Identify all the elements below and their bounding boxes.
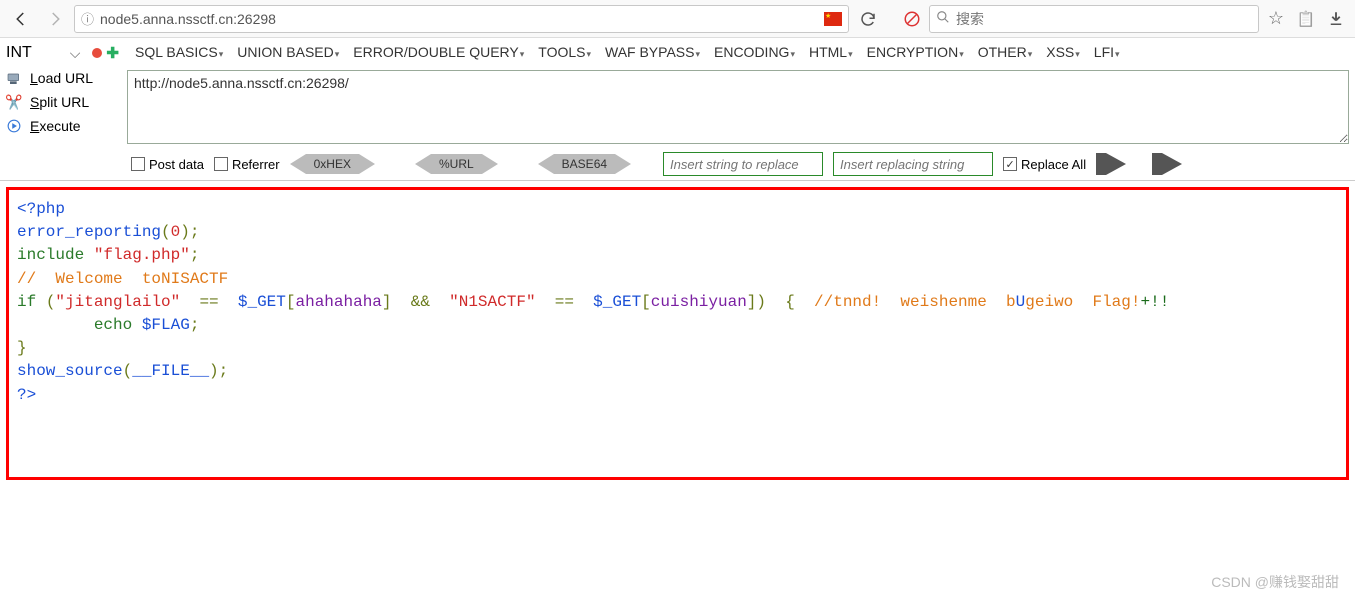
menu-tools[interactable]: TOOLS▾: [532, 40, 597, 64]
hex-encode-button[interactable]: 0xHEX: [290, 154, 375, 174]
watermark: CSDN @赚钱娶甜甜: [1211, 572, 1339, 592]
url-input[interactable]: [100, 11, 818, 27]
menu-error-query[interactable]: ERROR/DOUBLE QUERY▾: [347, 40, 530, 64]
load-url-button[interactable]: Load URL: [6, 66, 119, 90]
replace-go-button-2[interactable]: [1152, 153, 1182, 175]
search-icon: [936, 10, 950, 27]
load-icon: [6, 70, 22, 86]
menu-lfi[interactable]: LFI▾: [1088, 40, 1126, 64]
bookmark-button[interactable]: [1263, 6, 1289, 32]
load-url-label: Load URL: [30, 70, 93, 86]
referrer-checkbox[interactable]: Referrer: [214, 157, 280, 172]
search-bar[interactable]: [929, 5, 1259, 33]
menu-xss[interactable]: XSS▾: [1040, 40, 1086, 64]
search-input[interactable]: [956, 11, 1252, 27]
menu-other[interactable]: OTHER▾: [972, 40, 1039, 64]
back-button[interactable]: [6, 4, 36, 34]
checkbox-icon: [131, 157, 145, 171]
hackbar-main: SQL BASICS▾ UNION BASED▾ ERROR/DOUBLE QU…: [125, 38, 1355, 180]
replace-with-input[interactable]: [833, 152, 993, 176]
menu-waf-bypass[interactable]: WAF BYPASS▾: [599, 40, 706, 64]
scissors-icon: ✂️: [6, 94, 22, 110]
flag-icon: [824, 12, 842, 26]
replace-all-checkbox[interactable]: Replace All: [1003, 157, 1086, 172]
page-source-code: <?php error_reporting(0); include "flag.…: [6, 187, 1349, 480]
forward-button[interactable]: [40, 4, 70, 34]
replace-go-button[interactable]: [1096, 153, 1126, 175]
info-icon[interactable]: ⓘ: [81, 9, 94, 28]
checkbox-checked-icon: [1003, 157, 1017, 171]
browser-toolbar: ⓘ: [0, 0, 1355, 38]
replace-all-label: Replace All: [1021, 157, 1086, 172]
chevron-down-icon[interactable]: [70, 45, 81, 62]
execute-label: EExecutexecute: [30, 118, 81, 134]
menu-union-based[interactable]: UNION BASED▾: [231, 40, 345, 64]
play-icon: [6, 118, 22, 134]
block-icon[interactable]: [899, 6, 925, 32]
db-type-select[interactable]: INT: [6, 44, 66, 62]
url-bar[interactable]: ⓘ: [74, 5, 849, 33]
base64-encode-button[interactable]: BASE64: [538, 154, 631, 174]
downloads-button[interactable]: [1323, 6, 1349, 32]
hackbar-menu: SQL BASICS▾ UNION BASED▾ ERROR/DOUBLE QU…: [125, 38, 1355, 66]
post-data-checkbox[interactable]: Post data: [131, 157, 204, 172]
library-button[interactable]: [1293, 6, 1319, 32]
db-selector-row: INT ✚: [6, 42, 119, 66]
split-url-button[interactable]: ✂️ Split URL: [6, 90, 119, 114]
execute-button[interactable]: EExecutexecute: [6, 114, 119, 138]
referrer-label: Referrer: [232, 157, 280, 172]
url-encode-button[interactable]: %URL: [415, 154, 498, 174]
db-status-plus-icon: ✚: [106, 44, 119, 62]
split-url-label: Split URL: [30, 94, 89, 110]
hackbar-sidebar: INT ✚ Load URL ✂️ Split URL EExecutexecu…: [0, 38, 125, 180]
hackbar-options: Post data Referrer 0xHEX %URL BASE64: [125, 148, 1355, 180]
menu-html[interactable]: HTML▾: [803, 40, 859, 64]
hackbar-panel: INT ✚ Load URL ✂️ Split URL EExecutexecu…: [0, 38, 1355, 181]
post-data-label: Post data: [149, 157, 204, 172]
replace-find-input[interactable]: [663, 152, 823, 176]
reload-button[interactable]: [853, 4, 883, 34]
hackbar-url-input[interactable]: [127, 70, 1349, 144]
menu-sql-basics[interactable]: SQL BASICS▾: [129, 40, 229, 64]
checkbox-icon: [214, 157, 228, 171]
menu-encryption[interactable]: ENCRYPTION▾: [861, 40, 970, 64]
db-status-red-icon: [92, 48, 102, 58]
menu-encoding[interactable]: ENCODING▾: [708, 40, 801, 64]
